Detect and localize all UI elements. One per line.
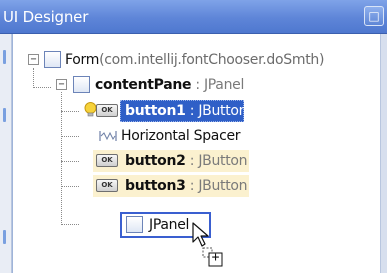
button3-label: button3 [125, 178, 186, 194]
button1-label: button1 [125, 103, 186, 119]
button2-type: : JButton [185, 153, 248, 169]
ok-button-icon: OK [96, 179, 118, 192]
content-pane-type: : JPanel [191, 77, 245, 93]
tree-node-form[interactable]: − Form(com.intellij.fontChooser.doSmth) [13, 49, 381, 71]
stripe-marker[interactable] [3, 108, 6, 122]
form-class-label: (com.intellij.fontChooser.doSmth) [99, 52, 325, 68]
panel-icon [126, 216, 143, 233]
tree-node-content-pane[interactable]: − contentPane : JPanel [13, 74, 381, 96]
right-scroll-stripe[interactable] [380, 34, 387, 273]
title-bar[interactable]: UI Designer □ [0, 0, 387, 34]
tree-node-button1[interactable]: OK button1 : JButton [13, 100, 381, 122]
collapse-icon[interactable]: − [28, 54, 39, 65]
tree-node-button2[interactable]: OK button2 : JButton [13, 150, 381, 172]
ui-designer-window: UI Designer □ − Form(com.intellij.fontCh… [0, 0, 387, 273]
button3-type: : JButton [185, 178, 248, 194]
jpanel-label: JPanel [149, 217, 190, 233]
stripe-marker[interactable] [3, 50, 6, 64]
left-tool-stripe [0, 34, 12, 273]
horizontal-spacer-icon [99, 131, 117, 141]
collapse-icon[interactable]: − [56, 79, 67, 90]
content-pane-label: contentPane [95, 77, 192, 93]
button2-label: button2 [125, 153, 186, 169]
window-title: UI Designer [3, 8, 89, 26]
ok-button-icon: OK [96, 104, 118, 117]
stripe-marker[interactable] [3, 230, 6, 244]
window-button[interactable]: □ [364, 6, 384, 26]
tree-node-horizontal-spacer[interactable]: Horizontal Spacer [13, 125, 381, 147]
component-tree[interactable]: − Form(com.intellij.fontChooser.doSmth) … [12, 34, 380, 273]
form-icon [44, 51, 61, 68]
form-label: Form [65, 52, 100, 68]
ok-button-icon: OK [96, 154, 118, 167]
tree-node-button3[interactable]: OK button3 : JButton [13, 175, 381, 197]
drag-plus-glyph: + [211, 250, 220, 265]
panel-icon [73, 76, 90, 93]
button1-type: : JButton [185, 103, 248, 119]
horizontal-spacer-label: Horizontal Spacer [121, 128, 241, 144]
